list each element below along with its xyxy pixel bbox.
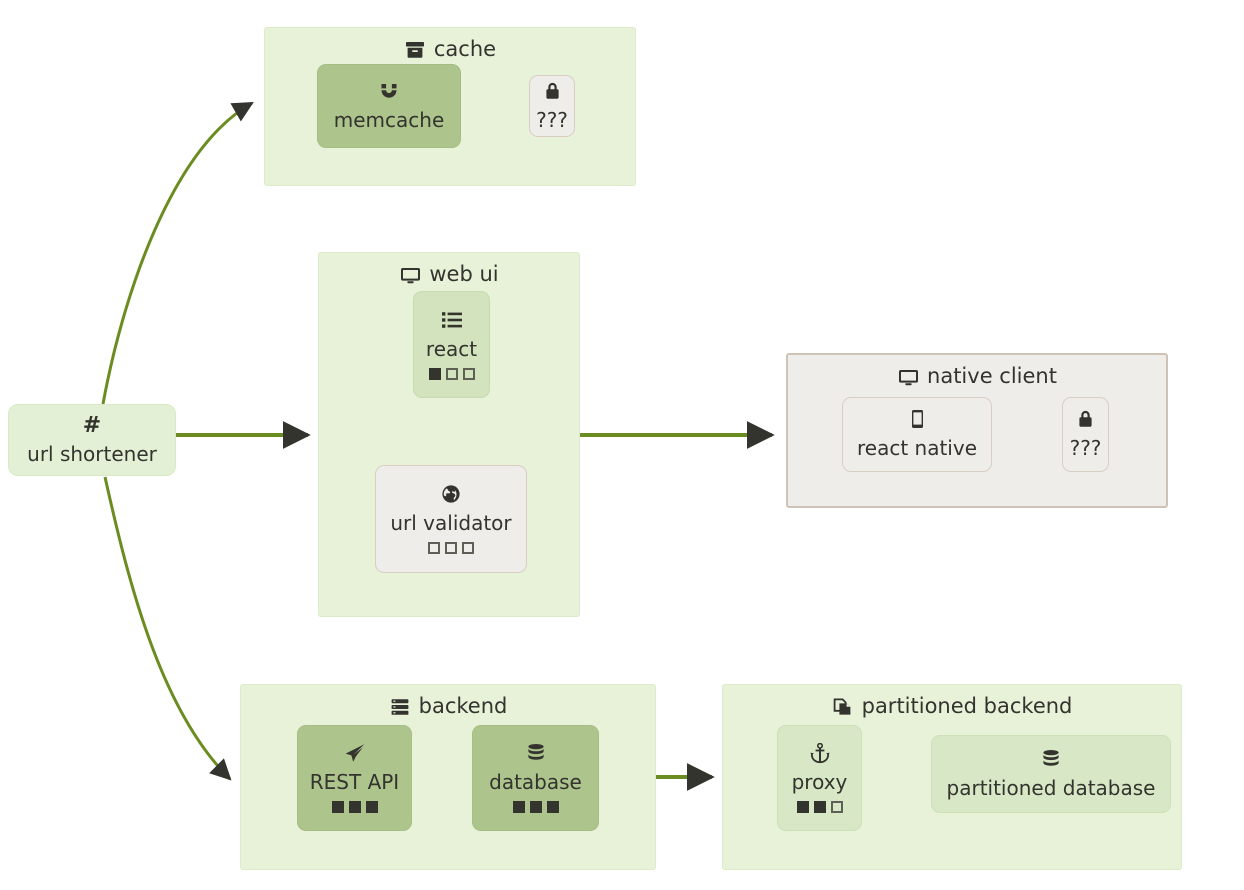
node-database[interactable]: database bbox=[472, 725, 599, 831]
node-url-shortener[interactable]: # url shortener bbox=[8, 404, 176, 476]
group-web-ui[interactable]: web ui react url validator bbox=[318, 252, 580, 617]
progress-square bbox=[813, 801, 826, 813]
group-title-native-client: native client bbox=[788, 363, 1166, 389]
lock-icon bbox=[1077, 409, 1094, 431]
node-label: partitioned database bbox=[946, 775, 1156, 800]
progress-square bbox=[445, 367, 458, 380]
magnet-icon bbox=[378, 81, 400, 103]
progress-squares-react bbox=[428, 367, 475, 380]
group-title-backend: backend bbox=[241, 693, 655, 719]
progress-squares-rest-api bbox=[331, 801, 378, 813]
progress-squares-database bbox=[512, 801, 559, 813]
node-label: url shortener bbox=[27, 441, 157, 466]
progress-square bbox=[462, 542, 474, 554]
node-url-validator[interactable]: url validator bbox=[375, 465, 527, 573]
progress-square bbox=[348, 801, 361, 813]
database-icon bbox=[1041, 749, 1061, 771]
progress-square bbox=[546, 801, 559, 813]
group-title-cache: cache bbox=[265, 36, 635, 62]
node-proxy[interactable]: proxy bbox=[777, 725, 862, 831]
edge-root-to-cache bbox=[101, 101, 254, 405]
progress-square bbox=[331, 801, 344, 813]
progress-square bbox=[428, 367, 441, 380]
globe-icon bbox=[441, 484, 461, 506]
edge-root-to-backend bbox=[103, 476, 232, 781]
desktop-monitor-icon bbox=[399, 264, 421, 286]
group-title-partitioned-backend: partitioned backend bbox=[723, 693, 1181, 719]
database-icon bbox=[526, 743, 546, 765]
node-label: ??? bbox=[1069, 436, 1102, 460]
node-rest-api[interactable]: REST API bbox=[297, 725, 412, 831]
group-partitioned-backend[interactable]: partitioned backend proxy partitioned da… bbox=[722, 684, 1182, 870]
node-react-native[interactable]: react native bbox=[842, 397, 992, 472]
node-react[interactable]: react bbox=[413, 291, 490, 398]
node-label: memcache bbox=[333, 107, 445, 132]
node-label: ??? bbox=[536, 107, 568, 132]
progress-square bbox=[529, 801, 542, 813]
node-label: proxy bbox=[791, 770, 848, 794]
list-icon bbox=[441, 310, 463, 332]
group-backend[interactable]: backend REST API database bbox=[240, 684, 656, 870]
node-partitioned-database[interactable]: partitioned database bbox=[931, 735, 1171, 813]
group-cache[interactable]: cache memcache ??? bbox=[264, 27, 636, 186]
node-label: REST API bbox=[309, 770, 400, 794]
progress-square bbox=[365, 801, 378, 813]
group-native-client[interactable]: native client react native ??? bbox=[786, 353, 1168, 508]
progress-square bbox=[428, 542, 440, 554]
node-native-unknown[interactable]: ??? bbox=[1062, 397, 1109, 472]
node-label: database bbox=[489, 770, 582, 794]
progress-square bbox=[512, 801, 525, 813]
node-label: react native bbox=[856, 436, 977, 460]
progress-squares-proxy bbox=[796, 801, 843, 813]
progress-square bbox=[796, 801, 809, 813]
progress-square bbox=[830, 801, 843, 813]
group-title-web-ui: web ui bbox=[319, 261, 579, 287]
desktop-monitor-icon bbox=[897, 366, 919, 388]
anchor-icon bbox=[809, 742, 830, 765]
hash-icon: # bbox=[82, 412, 102, 438]
diagram-canvas: # url shortener cache memcache ??? web u… bbox=[0, 0, 1244, 890]
group-label: cache bbox=[433, 37, 497, 61]
group-label: partitioned backend bbox=[861, 694, 1073, 718]
progress-squares-url-validator bbox=[428, 542, 474, 554]
archive-box-icon bbox=[404, 39, 426, 61]
node-memcache[interactable]: memcache bbox=[317, 64, 461, 148]
progress-square bbox=[462, 367, 475, 380]
clone-pages-icon bbox=[832, 696, 854, 718]
node-label: react bbox=[425, 336, 478, 361]
group-label: native client bbox=[927, 364, 1057, 388]
paper-plane-icon bbox=[344, 743, 366, 765]
server-rack-icon bbox=[389, 696, 411, 718]
progress-square bbox=[445, 542, 457, 554]
lock-icon bbox=[544, 81, 561, 103]
group-label: web ui bbox=[429, 262, 499, 286]
mobile-phone-icon bbox=[911, 409, 924, 431]
group-label: backend bbox=[418, 694, 508, 718]
node-label: url validator bbox=[390, 511, 512, 535]
node-cache-unknown[interactable]: ??? bbox=[529, 75, 575, 137]
